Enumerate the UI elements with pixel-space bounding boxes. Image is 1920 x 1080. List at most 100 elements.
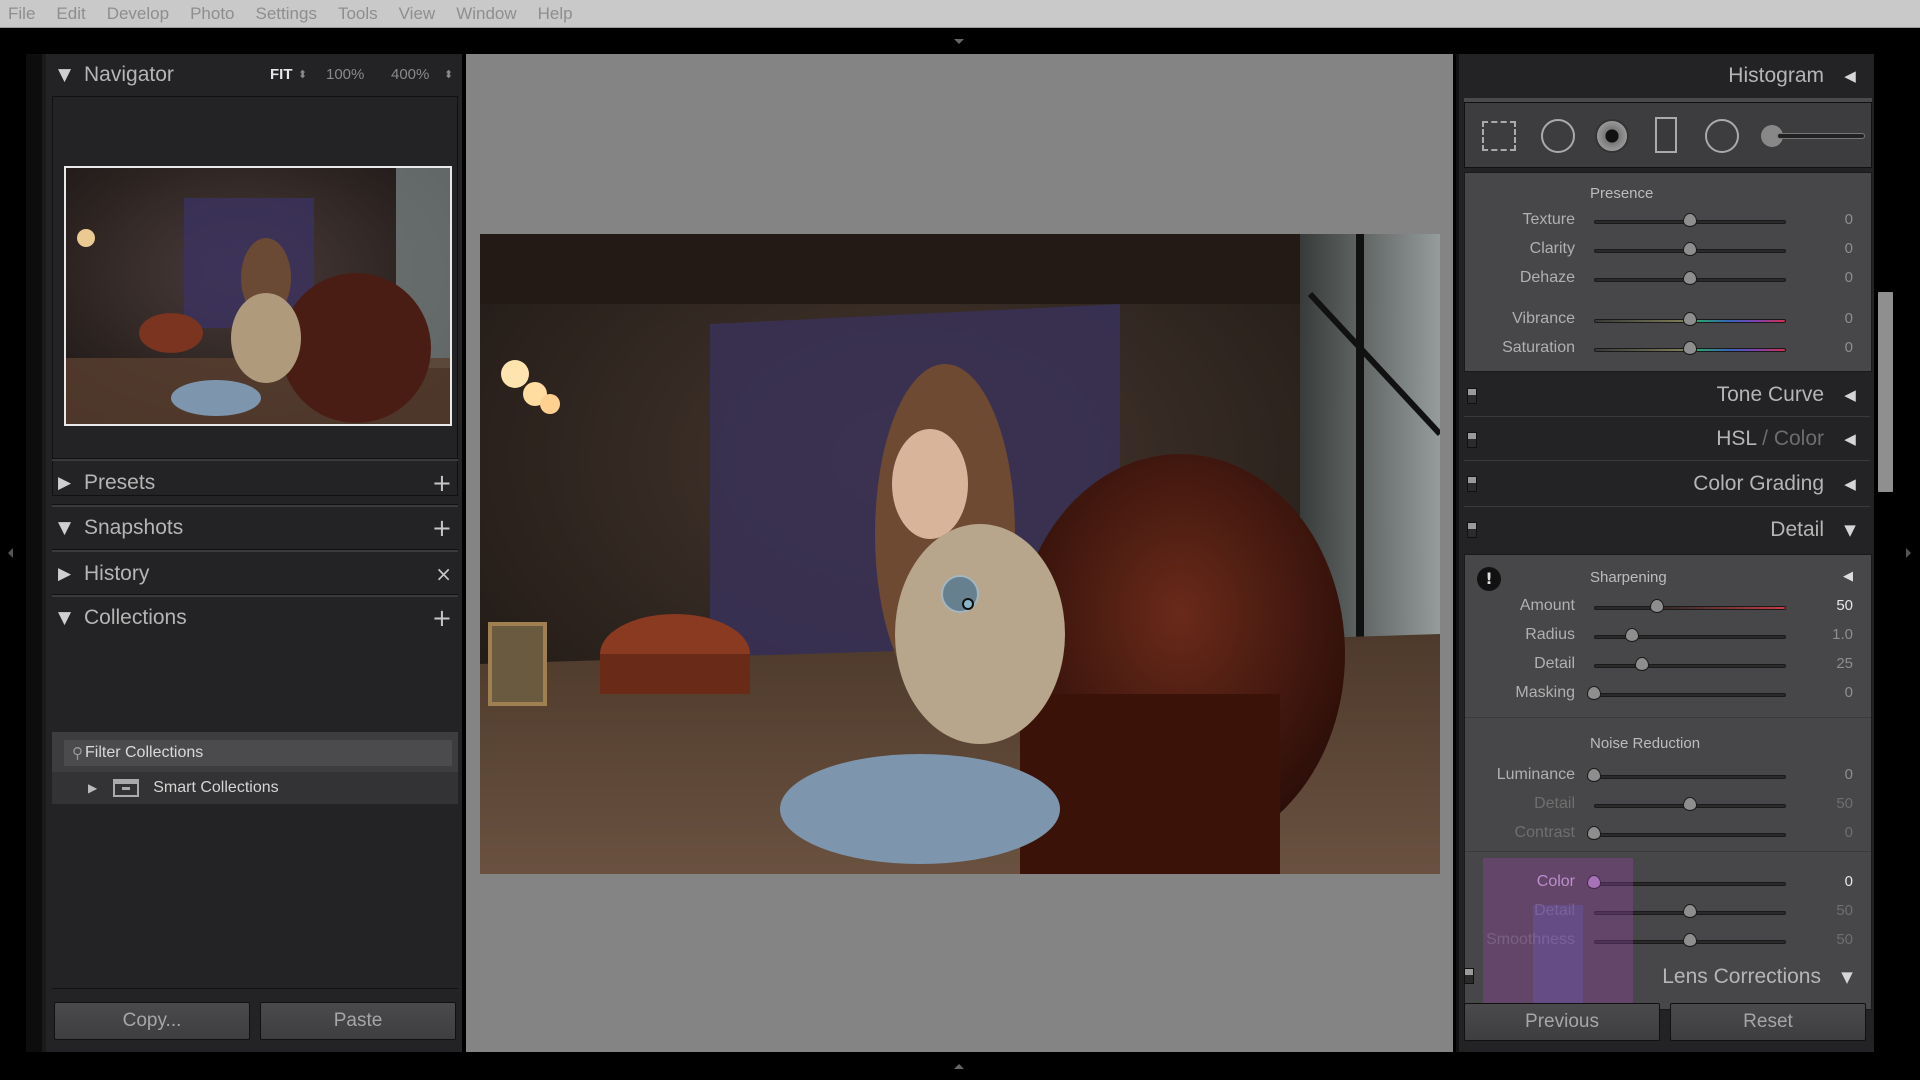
slider-value[interactable]: 0 xyxy=(1845,211,1853,228)
histogram-header[interactable]: Histogram ◀ xyxy=(1459,54,1874,98)
previous-button[interactable]: Previous xyxy=(1464,1003,1660,1041)
slider-value[interactable]: 0 xyxy=(1845,269,1853,286)
filter-collections-input[interactable]: ⚲ Filter Collections xyxy=(64,740,452,766)
slider-track[interactable] xyxy=(1594,606,1786,610)
expand-triangle-icon[interactable]: ▶ xyxy=(88,781,97,795)
slider-value[interactable]: 0 xyxy=(1845,873,1853,890)
zoom-100[interactable]: 100% xyxy=(326,66,364,83)
zoom-custom-stepper-icon[interactable]: ⬍ xyxy=(444,68,453,81)
main-photo[interactable] xyxy=(480,234,1440,874)
menu-edit[interactable]: Edit xyxy=(56,4,85,24)
menu-file[interactable]: File xyxy=(8,4,35,24)
detail-header[interactable]: Detail ▼ xyxy=(1459,508,1874,552)
slider-thumb[interactable] xyxy=(1587,768,1601,782)
color-tab[interactable]: Color xyxy=(1774,427,1824,450)
slider-thumb[interactable] xyxy=(1683,341,1697,355)
zoom-400[interactable]: 400% xyxy=(391,66,429,83)
add-preset-icon[interactable]: + xyxy=(432,469,452,497)
slider-thumb[interactable] xyxy=(1683,242,1697,256)
spot-removal-icon[interactable] xyxy=(1541,119,1575,153)
slider-thumb[interactable] xyxy=(1587,826,1601,840)
expand-triangle-icon[interactable]: ▶ xyxy=(58,564,84,584)
expand-triangle-icon[interactable]: ◀ xyxy=(1842,430,1858,448)
slider-thumb[interactable] xyxy=(1625,628,1640,642)
slider-thumb[interactable] xyxy=(1587,686,1601,700)
menu-view[interactable]: View xyxy=(399,4,436,24)
menu-window[interactable]: Window xyxy=(456,4,516,24)
clear-history-icon[interactable]: × xyxy=(435,562,452,586)
panel-toggle-switch[interactable] xyxy=(1467,476,1477,492)
expand-triangle-icon[interactable]: ◀ xyxy=(1842,67,1858,85)
panel-toggle-switch[interactable] xyxy=(1467,388,1477,404)
menu-settings[interactable]: Settings xyxy=(256,4,317,24)
expand-triangle-icon[interactable]: ◀ xyxy=(1842,386,1858,404)
panel-toggle-switch[interactable] xyxy=(1467,522,1477,538)
radial-filter-icon[interactable] xyxy=(1705,119,1739,153)
left-panel-toggle-icon[interactable] xyxy=(8,548,13,558)
hsl-color-header[interactable]: HSL / Color ◀ xyxy=(1459,418,1874,460)
collapse-triangle-icon[interactable]: ▼ xyxy=(1839,968,1855,986)
slider-thumb[interactable] xyxy=(1683,904,1697,918)
menu-tools[interactable]: Tools xyxy=(338,4,378,24)
red-eye-icon[interactable] xyxy=(1595,119,1629,153)
sharpening-expand-icon[interactable]: ◀ xyxy=(1843,569,1853,584)
slider-value[interactable]: 0 xyxy=(1845,240,1853,257)
slider-value[interactable]: 50 xyxy=(1836,597,1853,614)
paste-button[interactable]: Paste xyxy=(260,1002,456,1040)
right-panel-scrollbar[interactable] xyxy=(1878,292,1893,492)
slider-value[interactable]: 0 xyxy=(1845,310,1853,327)
presets-header[interactable]: ▶ Presets + xyxy=(46,462,462,504)
slider-value[interactable]: 50 xyxy=(1836,931,1853,948)
slider-thumb[interactable] xyxy=(1683,933,1697,947)
collapse-triangle-icon[interactable]: ▼ xyxy=(58,65,84,85)
collapse-triangle-icon[interactable]: ▼ xyxy=(58,608,84,628)
right-panel-toggle-icon[interactable] xyxy=(1906,548,1911,558)
slider-thumb[interactable] xyxy=(1683,797,1697,811)
graduated-filter-icon[interactable] xyxy=(1655,117,1677,153)
copy-button[interactable]: Copy... xyxy=(54,1002,250,1040)
slider-value[interactable]: 50 xyxy=(1836,795,1853,812)
slider-value[interactable]: 0 xyxy=(1845,824,1853,841)
collections-header[interactable]: ▼ Collections + xyxy=(46,597,462,639)
reset-button[interactable]: Reset xyxy=(1670,1003,1866,1041)
slider-value[interactable]: 1.0 xyxy=(1832,626,1853,643)
smart-collections-item[interactable]: ▶ Smart Collections xyxy=(52,772,458,804)
slider-value[interactable]: 0 xyxy=(1845,339,1853,356)
slider-track[interactable] xyxy=(1594,693,1786,697)
bottom-panel-toggle-icon[interactable] xyxy=(954,1064,964,1069)
slider-value[interactable]: 0 xyxy=(1845,766,1853,783)
history-header[interactable]: ▶ History × xyxy=(46,553,462,595)
slider-value[interactable]: 50 xyxy=(1836,902,1853,919)
zoom-fit[interactable]: FIT xyxy=(270,66,293,83)
collapse-triangle-icon[interactable]: ▼ xyxy=(1842,521,1858,539)
slider-thumb[interactable] xyxy=(1635,657,1649,671)
navigator-thumbnail[interactable] xyxy=(64,166,452,426)
tone-curve-header[interactable]: Tone Curve ◀ xyxy=(1459,374,1874,416)
slider-thumb[interactable] xyxy=(1683,213,1697,227)
warning-icon[interactable]: ! xyxy=(1477,567,1501,591)
menu-help[interactable]: Help xyxy=(538,4,573,24)
color-grading-header[interactable]: Color Grading ◀ xyxy=(1459,462,1874,506)
slider-track[interactable] xyxy=(1594,775,1786,779)
hsl-tab[interactable]: HSL xyxy=(1716,427,1756,450)
add-collection-icon[interactable]: + xyxy=(432,604,452,632)
expand-triangle-icon[interactable]: ▶ xyxy=(58,473,84,493)
zoom-fit-stepper-icon[interactable]: ⬍ xyxy=(298,68,307,81)
slider-thumb[interactable] xyxy=(1650,599,1665,613)
menu-photo[interactable]: Photo xyxy=(190,4,234,24)
slider-track[interactable] xyxy=(1594,833,1786,837)
image-canvas[interactable] xyxy=(466,54,1453,1052)
slider-track[interactable] xyxy=(1594,635,1786,639)
panel-toggle-switch[interactable] xyxy=(1467,432,1477,448)
slider-track[interactable] xyxy=(1594,664,1786,668)
slider-value[interactable]: 0 xyxy=(1845,684,1853,701)
menu-develop[interactable]: Develop xyxy=(107,4,169,24)
slider-value[interactable]: 25 xyxy=(1836,655,1853,672)
expand-triangle-icon[interactable]: ◀ xyxy=(1842,475,1858,493)
collapse-triangle-icon[interactable]: ▼ xyxy=(58,518,84,538)
top-panel-toggle-icon[interactable] xyxy=(954,39,964,44)
add-snapshot-icon[interactable]: + xyxy=(432,514,452,542)
crop-overlay-icon[interactable] xyxy=(1482,121,1516,151)
slider-thumb[interactable] xyxy=(1683,271,1697,285)
snapshots-header[interactable]: ▼ Snapshots + xyxy=(46,507,462,549)
